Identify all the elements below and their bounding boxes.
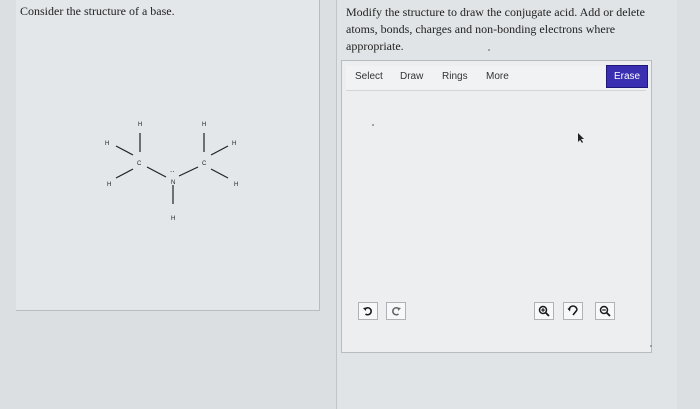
zoom-out-button[interactable]: [595, 302, 615, 320]
erase-button[interactable]: Erase: [606, 65, 648, 88]
atom-h: H: [107, 182, 111, 188]
mouse-cursor-icon: [578, 133, 584, 143]
molecule-drawing: H H H C N C H H H H ..: [105, 122, 238, 222]
rings-tool[interactable]: Rings: [442, 71, 468, 82]
atom-h: H: [138, 122, 142, 128]
atom-h: H: [105, 141, 109, 147]
redo-icon: [392, 306, 401, 316]
undo-icon: [363, 306, 372, 316]
atom-n: N: [171, 180, 175, 186]
zoom-out-icon: [599, 305, 611, 317]
lone-pair: ..: [170, 165, 174, 174]
atom-h: H: [234, 182, 238, 188]
right-prompt: Modify the structure to draw the conjuga…: [346, 5, 645, 53]
reset-view-button[interactable]: [563, 302, 583, 320]
atom-h: H: [202, 122, 206, 128]
undo-button[interactable]: [358, 302, 378, 320]
zoom-in-icon: [538, 305, 550, 317]
atom-h: H: [171, 216, 175, 222]
atom-h: H: [232, 141, 236, 147]
more-tool[interactable]: More: [486, 71, 509, 82]
bond-c1-h3: [115, 168, 134, 179]
bond-c2-h2: [210, 145, 229, 156]
structure-panel: Consider the structure of a base. H H H …: [16, 0, 320, 311]
bond-h1-c1: [115, 145, 134, 156]
bond-n-c2: [178, 166, 199, 177]
select-tool[interactable]: Select: [355, 71, 383, 82]
redo-button[interactable]: [386, 302, 406, 320]
atom-c: C: [137, 161, 142, 167]
canvas-speck: [650, 345, 652, 347]
canvas-speck: [488, 49, 490, 51]
draw-tool[interactable]: Draw: [400, 71, 423, 82]
zoom-in-button[interactable]: [534, 302, 554, 320]
bond-c2-h3: [210, 168, 229, 179]
atom-c: C: [202, 161, 207, 167]
bond-c1-n: [146, 166, 167, 178]
reset-view-icon: [567, 305, 578, 316]
canvas-speck: [372, 124, 374, 126]
